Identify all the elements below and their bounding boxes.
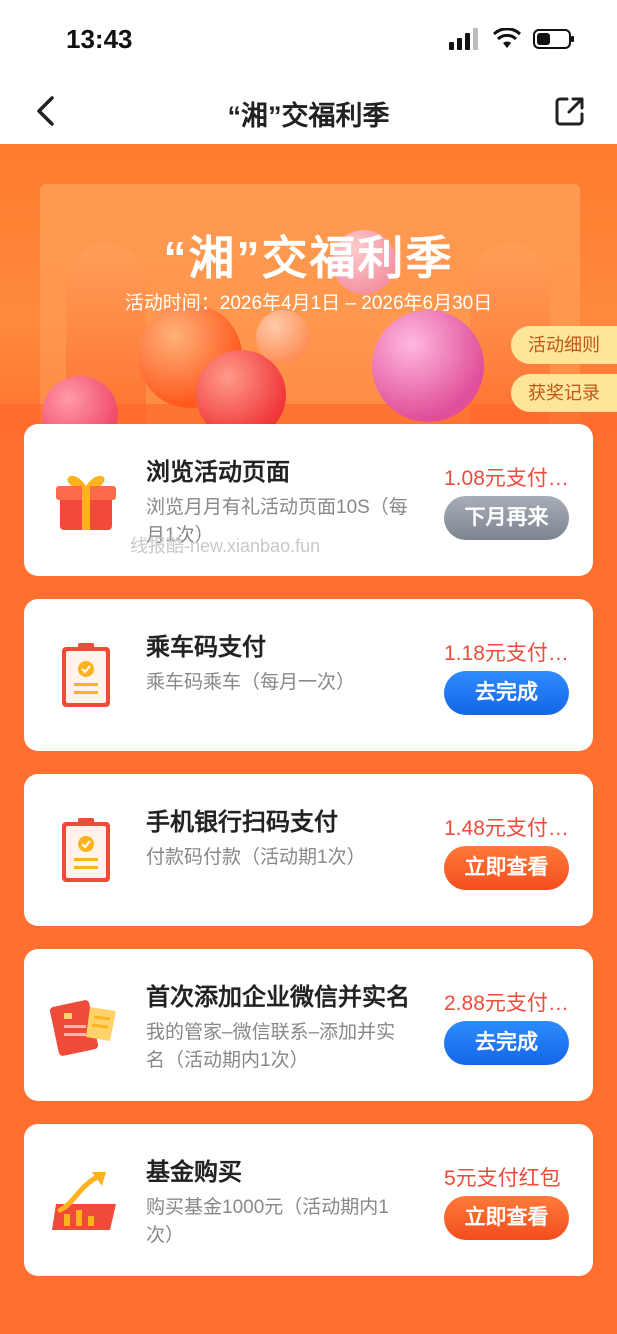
view-now-button[interactable]: 立即查看 xyxy=(444,846,569,890)
task-reward: 1.48元支付红包 xyxy=(444,817,569,840)
decor-ball xyxy=(196,350,286,434)
card-icon xyxy=(50,1000,116,1056)
view-now-button[interactable]: 立即查看 xyxy=(444,1196,569,1240)
hero-title: “湘”交福利季 xyxy=(163,232,454,284)
status-bar: 13:43 xyxy=(0,0,617,80)
task-description: 我的管家–微信联系–添加并实名（活动期内1次） xyxy=(146,1022,396,1071)
signal-icon xyxy=(449,28,478,50)
task-reward: 1.18元支付红包 xyxy=(444,642,569,665)
decor-ball xyxy=(372,310,484,422)
task-title: 手机银行扫码支付 xyxy=(146,809,338,836)
task-reward: 1.08元支付红包 xyxy=(444,467,569,490)
nav-bar: “湘”交福利季 xyxy=(0,80,617,144)
share-icon[interactable] xyxy=(553,94,587,128)
task-description: 付款码付款（活动期1次） xyxy=(146,847,366,868)
records-button[interactable]: 获奖记录 xyxy=(511,374,617,412)
clipboard-icon xyxy=(62,818,110,882)
watermark: 线报酷-new.xianbao.fun xyxy=(130,536,321,556)
task-card: 乘车码支付 乘车码乘车（每月一次） 1.18元支付红包 去完成 xyxy=(24,599,593,751)
status-time: 13:43 xyxy=(66,24,133,54)
task-card: 首次添加企业微信并实名 我的管家–微信联系–添加并实名（活动期内1次） 2.88… xyxy=(24,949,593,1101)
clipboard-icon xyxy=(62,643,110,707)
go-complete-button[interactable]: 去完成 xyxy=(444,671,569,715)
task-description: 购买基金1000元（活动期内1次） xyxy=(146,1197,389,1246)
task-reward: 5元支付红包 xyxy=(444,1167,561,1190)
task-card: 手机银行扫码支付 付款码付款（活动期1次） 1.48元支付红包 立即查看 xyxy=(24,774,593,926)
task-title: 浏览活动页面 xyxy=(146,459,290,486)
go-complete-button[interactable]: 去完成 xyxy=(444,1021,569,1065)
activity-period: 活动时间：2026年4月1日 – 2026年6月30日 xyxy=(124,293,493,314)
task-card: 基金购买 购买基金1000元（活动期内1次） 5元支付红包 立即查看 xyxy=(24,1124,593,1276)
gift-icon xyxy=(56,475,116,530)
battery-icon xyxy=(533,29,574,49)
decor-ball xyxy=(256,310,310,364)
fund-chart-icon xyxy=(52,1172,116,1230)
wifi-icon xyxy=(493,28,521,48)
rules-button[interactable]: 活动细则 xyxy=(511,326,617,364)
task-title: 基金购买 xyxy=(146,1159,242,1186)
page-title: “湘”交福利季 xyxy=(227,101,390,131)
task-title: 乘车码支付 xyxy=(146,634,266,661)
task-reward: 2.88元支付红包 xyxy=(444,992,569,1015)
next-month-button[interactable]: 下月再来 xyxy=(444,496,569,540)
task-description: 乘车码乘车（每月一次） xyxy=(146,672,356,693)
task-title: 首次添加企业微信并实名 xyxy=(146,984,410,1011)
status-icons xyxy=(449,28,575,50)
hero-banner: “湘”交福利季 活动时间：2026年4月1日 – 2026年6月30日 活动细则… xyxy=(0,144,617,434)
